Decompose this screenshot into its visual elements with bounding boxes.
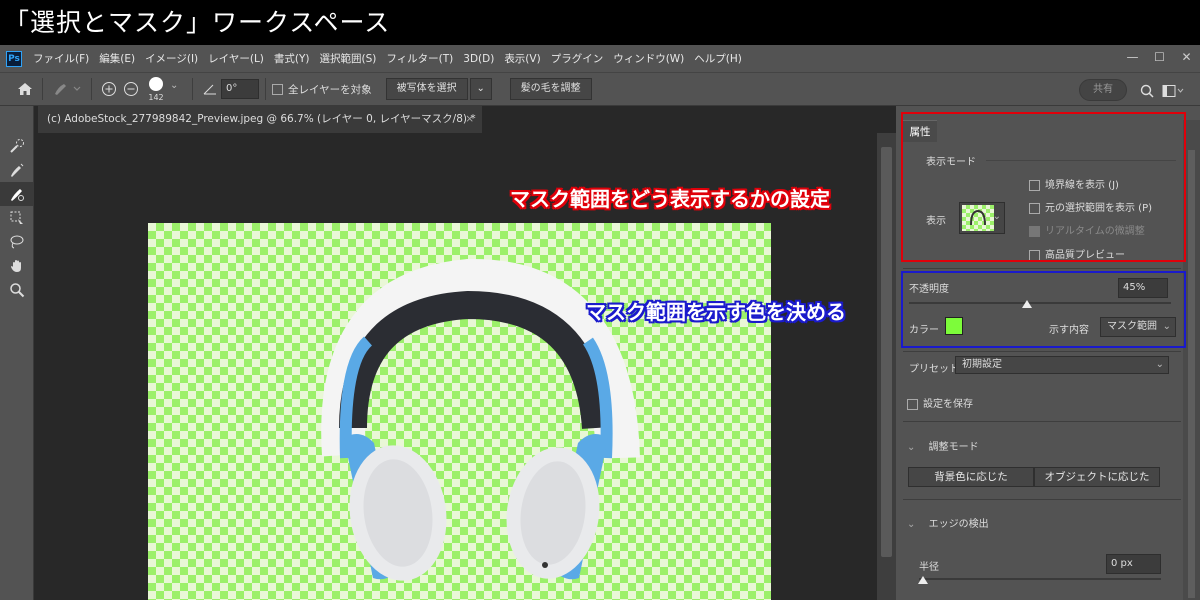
brush-size-value: 142 — [148, 93, 164, 102]
add-to-selection-icon[interactable] — [98, 78, 120, 100]
mask-color-highlight-box — [901, 271, 1186, 348]
object-selection-icon[interactable] — [0, 206, 34, 230]
workspace-icon[interactable] — [1162, 80, 1184, 102]
maximize-button[interactable]: ☐ — [1146, 45, 1173, 72]
home-icon[interactable] — [14, 78, 36, 100]
sample-all-layers-label: 全レイヤーを対象 — [288, 83, 372, 96]
color-aware-button[interactable]: 背景色に応じた — [908, 467, 1034, 487]
object-aware-button[interactable]: オブジェクトに応じた — [1034, 467, 1160, 487]
menu-select[interactable]: 選択範囲(S) — [315, 51, 382, 66]
menu-3d[interactable]: 3D(D) — [458, 53, 499, 65]
scrollbar-thumb[interactable] — [881, 147, 892, 557]
hand-tool-icon[interactable] — [0, 254, 34, 278]
menu-type[interactable]: 書式(Y) — [269, 51, 315, 66]
headphones-image — [321, 258, 640, 581]
menu-edit[interactable]: 編集(E) — [94, 51, 140, 66]
edge-detection-title: エッジの検出 — [928, 519, 989, 530]
preset-value: 初期設定 — [962, 359, 1002, 370]
brush-tool-icon[interactable] — [0, 182, 34, 206]
view-mode-highlight-box — [901, 112, 1186, 262]
angle-field[interactable]: 0° — [221, 79, 259, 99]
refine-hair-button[interactable]: 髪の毛を調整 — [509, 78, 592, 100]
preset-dropdown[interactable]: 初期設定 ⌄ — [955, 356, 1169, 374]
mask-color-annotation: マスク範囲を示す色を決める — [586, 300, 846, 324]
canvas[interactable] — [148, 223, 771, 600]
sample-all-layers-checkbox[interactable]: 全レイヤーを対象 — [272, 82, 372, 97]
chevron-down-icon: ⌄ — [1155, 359, 1164, 370]
close-icon[interactable]: × — [465, 106, 474, 133]
menu-window[interactable]: ウィンドウ(W) — [608, 51, 689, 66]
chevron-down-icon: ⌄ — [170, 80, 179, 91]
radius-label: 半径 — [919, 562, 939, 573]
checkbox-box[interactable] — [907, 398, 918, 410]
edge-detection-section[interactable]: ⌄ エッジの検出 — [907, 515, 989, 530]
refine-mode-section[interactable]: ⌄ 調整モード — [907, 438, 979, 453]
subtract-from-selection-icon[interactable] — [120, 78, 142, 100]
view-mode-annotation: マスク範囲をどう表示するかの設定 — [510, 187, 830, 211]
brush-tip-icon — [149, 77, 163, 91]
tool-panel — [0, 106, 34, 600]
title-banner: 「選択とマスク」ワークスペース — [0, 0, 1200, 45]
close-button[interactable]: ✕ — [1173, 45, 1200, 72]
radius-slider-handle[interactable] — [918, 576, 928, 584]
remember-settings-label: 設定を保存 — [923, 399, 973, 410]
vertical-scrollbar[interactable] — [877, 133, 896, 600]
menu-view[interactable]: 表示(V) — [499, 51, 545, 66]
chevron-down-icon: ⌄ — [476, 83, 485, 94]
angle-icon — [199, 78, 221, 100]
ps-app-icon[interactable]: Ps — [6, 50, 22, 67]
menu-plugins[interactable]: プラグイン — [546, 51, 609, 66]
radius-field[interactable]: 0 px — [1106, 554, 1161, 574]
remember-settings-option[interactable]: 設定を保存 — [907, 395, 973, 410]
select-subject-button[interactable]: 被写体を選択 — [385, 78, 468, 100]
options-bar: 142 ⌄ 0° 全レイヤーを対象 被写体を選択 ⌄ 髪の毛を調整 共有 — [0, 72, 1200, 106]
select-subject-dropdown[interactable]: ⌄ — [469, 78, 492, 100]
lasso-tool-icon[interactable] — [0, 230, 34, 254]
zoom-tool-icon[interactable] — [0, 278, 34, 302]
share-button[interactable]: 共有 — [1079, 79, 1127, 101]
document-area: (c) AdobeStock_277989842_Preview.jpeg @ … — [34, 106, 896, 600]
refine-mode-title: 調整モード — [928, 442, 979, 453]
menu-image[interactable]: イメージ(I) — [140, 51, 203, 66]
document-tab-title: (c) AdobeStock_277989842_Preview.jpeg @ … — [47, 113, 476, 125]
radius-slider[interactable] — [919, 578, 1161, 580]
minimize-button[interactable]: — — [1119, 45, 1146, 72]
checkbox-box[interactable] — [272, 83, 283, 95]
chevron-down-icon: ⌄ — [907, 519, 916, 530]
menu-help[interactable]: ヘルプ(H) — [689, 51, 747, 66]
brush-preset-icon[interactable] — [49, 78, 85, 100]
chevron-down-icon: ⌄ — [907, 442, 916, 453]
quick-selection-tool-icon[interactable] — [0, 134, 34, 158]
menu-filter[interactable]: フィルター(T) — [381, 51, 458, 66]
menu-layer[interactable]: レイヤー(L) — [203, 51, 269, 66]
menu-file[interactable]: ファイル(F) — [28, 51, 94, 66]
scrollbar-thumb[interactable] — [1188, 150, 1195, 598]
menu-bar: Ps ファイル(F) 編集(E) イメージ(I) レイヤー(L) 書式(Y) 選… — [0, 45, 1200, 72]
document-tab[interactable]: (c) AdobeStock_277989842_Preview.jpeg @ … — [38, 106, 482, 133]
refine-edge-brush-icon[interactable] — [0, 158, 34, 182]
preset-label: プリセット — [909, 364, 959, 375]
brush-size-picker[interactable]: 142 ⌄ — [146, 74, 186, 104]
search-icon[interactable] — [1136, 80, 1158, 102]
